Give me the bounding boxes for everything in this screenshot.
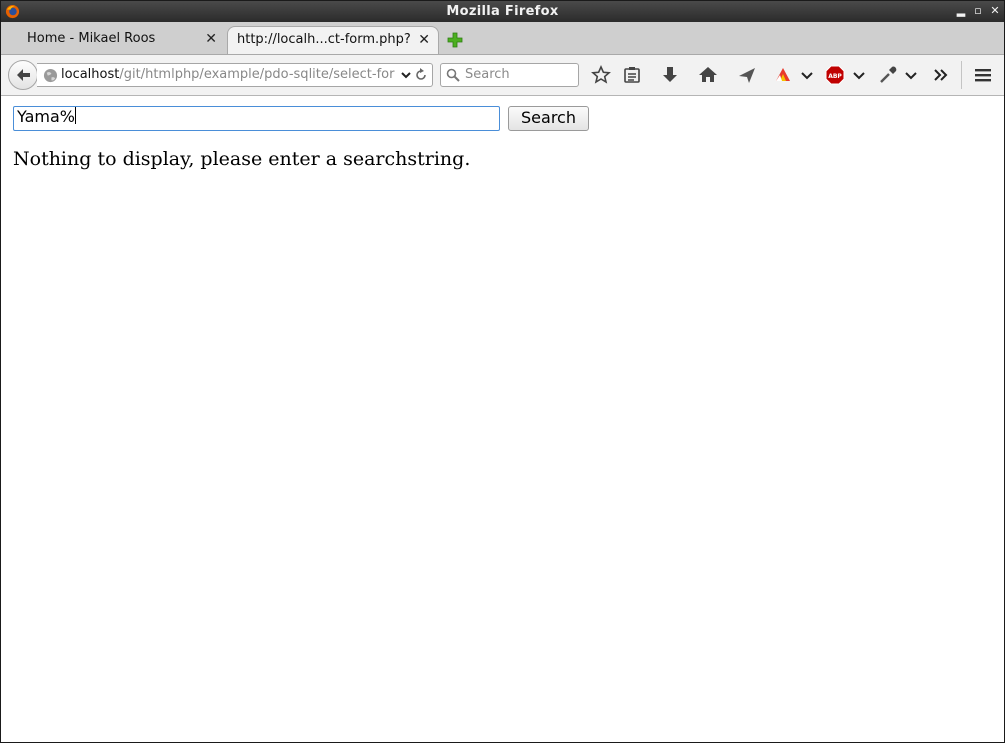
page-content: Yama% Search Nothing to display, please … <box>1 96 1004 742</box>
send-icon[interactable] <box>737 65 757 85</box>
reading-list-icon[interactable] <box>622 65 642 85</box>
bookmark-star-icon[interactable] <box>591 65 611 85</box>
new-tab-icon[interactable] <box>446 31 464 49</box>
back-icon <box>17 69 30 81</box>
url-path: /git/htmlphp/example/pdo-sqlite/select-f… <box>119 67 395 82</box>
search-button[interactable]: Search <box>508 106 589 131</box>
search-placeholder: Search <box>465 67 510 82</box>
close-tab-icon[interactable]: ✕ <box>418 32 430 48</box>
window-title: Mozilla Firefox <box>446 4 559 19</box>
extension-icon[interactable] <box>773 65 793 85</box>
close-window-button[interactable]: ✕ <box>988 4 1002 18</box>
search-input[interactable]: Yama% <box>13 106 500 131</box>
close-tab-icon[interactable]: ✕ <box>205 31 217 47</box>
search-input-value: Yama% <box>17 107 75 126</box>
menu-icon[interactable] <box>973 65 993 85</box>
address-bar[interactable]: localhost/git/htmlphp/example/pdo-sqlite… <box>37 63 433 87</box>
tab-select-form[interactable]: http://localh...ct-form.php? ✕ <box>227 26 439 54</box>
chevron-down-icon[interactable] <box>849 65 869 85</box>
eyedropper-icon[interactable] <box>878 65 898 85</box>
back-button[interactable] <box>8 60 38 90</box>
download-icon[interactable] <box>660 65 680 85</box>
tab-label: Home - Mikael Roos <box>27 31 156 46</box>
tab-label: http://localh...ct-form.php? <box>237 32 411 47</box>
globe-icon <box>43 68 58 83</box>
navigation-toolbar: localhost/git/htmlphp/example/pdo-sqlite… <box>1 55 1004 96</box>
tab-home[interactable]: Home - Mikael Roos ✕ <box>5 26 225 54</box>
adblock-icon[interactable]: ABP <box>825 65 845 85</box>
overflow-icon[interactable] <box>931 65 951 85</box>
chevron-down-icon[interactable] <box>901 65 921 85</box>
chevron-down-icon[interactable] <box>797 65 817 85</box>
search-bar[interactable]: Search <box>440 63 579 87</box>
url-host: localhost <box>61 67 120 82</box>
svg-text:ABP: ABP <box>828 73 842 80</box>
title-bar: Mozilla Firefox ▂ ▫ ✕ <box>1 1 1004 22</box>
toolbar-separator <box>961 61 962 89</box>
url-dropdown-icon[interactable] <box>400 67 412 83</box>
url-text: localhost/git/htmlphp/example/pdo-sqlite… <box>61 67 401 82</box>
text-caret <box>74 107 76 124</box>
tab-strip: Home - Mikael Roos ✕ http://localh...ct-… <box>1 22 1004 55</box>
reload-icon[interactable] <box>414 68 428 82</box>
minimize-button[interactable]: ▂ <box>954 4 968 18</box>
status-message: Nothing to display, please enter a searc… <box>13 148 471 170</box>
search-icon <box>446 68 460 82</box>
browser-window: Mozilla Firefox ▂ ▫ ✕ Home - Mikael Roos… <box>0 0 1005 743</box>
home-icon[interactable] <box>698 65 718 85</box>
maximize-button[interactable]: ▫ <box>971 4 985 18</box>
